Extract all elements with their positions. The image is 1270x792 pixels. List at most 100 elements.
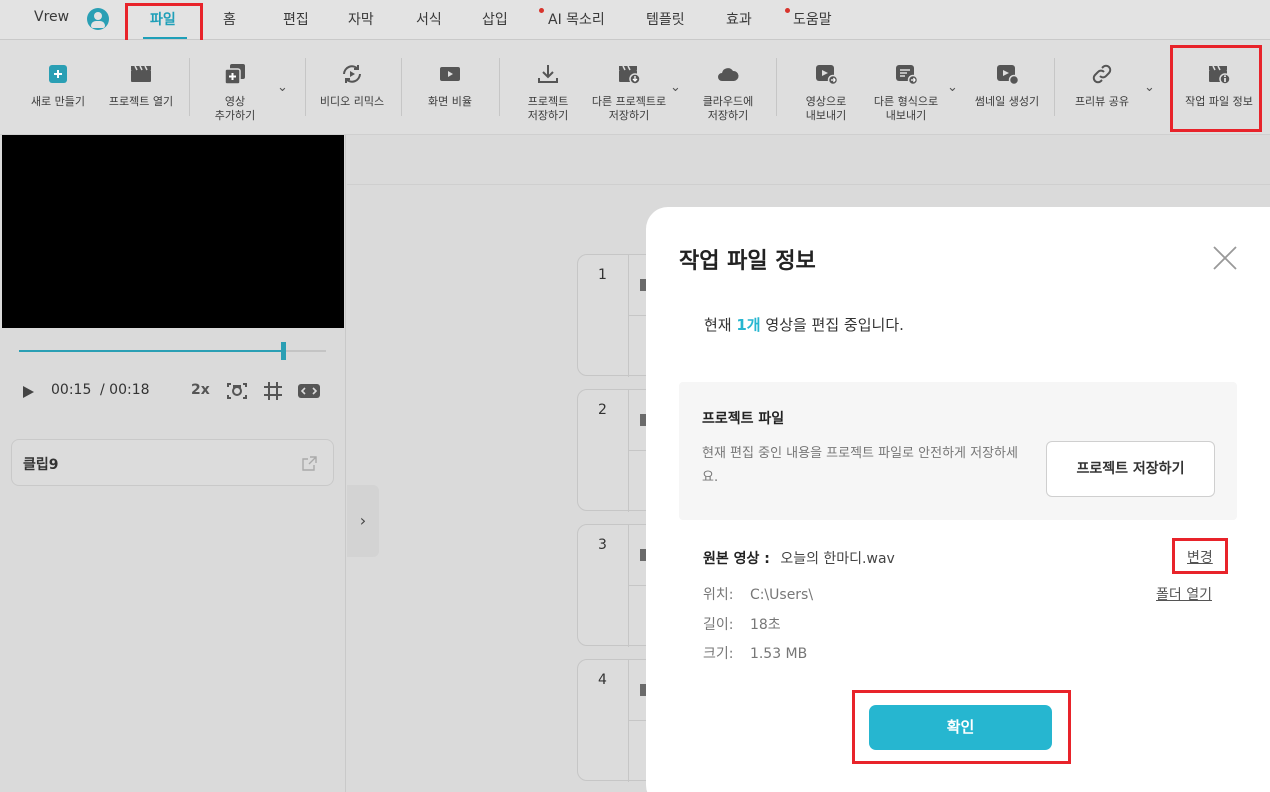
open-project-label: 프로젝트 열기 <box>108 95 174 108</box>
clip-card-title: 클립9 <box>23 457 59 473</box>
preview-share-button[interactable]: 프리뷰 공유 <box>1066 40 1138 135</box>
remix-icon <box>343 65 361 83</box>
new-project-button[interactable]: 새로 만들기 <box>22 40 94 135</box>
current-time: 00:15 <box>51 382 92 398</box>
dialog-title: 작업 파일 정보 <box>679 249 816 274</box>
clip-row[interactable]: 3 <box>577 524 658 647</box>
menu-insert[interactable]: 삽입 <box>482 9 508 29</box>
playback-speed-button[interactable]: 2x <box>191 382 210 398</box>
save-project-button[interactable]: 프로젝트 저장하기 <box>512 40 584 135</box>
editor-header-strip <box>347 135 1270 185</box>
cloud-save-label: 클라우드에 저장하기 <box>702 95 754 122</box>
thumbnail-generator-button[interactable]: 썸네일 생성기 <box>969 40 1045 135</box>
open-project-button[interactable]: 프로젝트 열기 <box>102 40 180 135</box>
new-badge-dot <box>539 8 544 13</box>
play-icon[interactable] <box>20 384 36 400</box>
aspect-ratio-label: 화면 비율 <box>428 95 472 108</box>
download-icon <box>538 65 558 83</box>
external-link-icon[interactable] <box>301 455 318 472</box>
clapperboard-save-icon <box>619 65 641 85</box>
chevron-down-icon[interactable]: ⌄ <box>1144 80 1156 95</box>
source-video-row: 원본 영상 : 오늘의 한마디.wav <box>703 548 895 568</box>
clip-number: 1 <box>598 267 607 283</box>
size-row: 크기: 1.53 MB <box>703 643 807 663</box>
new-badge-dot <box>785 8 790 13</box>
clip-number: 2 <box>598 402 607 418</box>
seek-bar[interactable] <box>19 342 326 360</box>
export-video-button[interactable]: 영상으로 내보내기 <box>790 40 862 135</box>
toolbar-divider <box>305 58 306 116</box>
highlight-box-confirm <box>852 690 1071 764</box>
size-label: 크기: <box>703 646 734 662</box>
preview-share-label: 프리뷰 공유 <box>1074 95 1130 108</box>
menu-subtitle[interactable]: 자막 <box>348 9 374 29</box>
toolbar-divider <box>776 58 777 116</box>
clip-divider <box>628 255 629 377</box>
menu-help[interactable]: 도움말 <box>793 9 832 29</box>
chevron-down-icon[interactable]: ⌄ <box>277 80 289 95</box>
menu-edit[interactable]: 편집 <box>283 9 309 29</box>
plus-square-icon <box>49 65 67 83</box>
clip-row[interactable]: 1 <box>577 254 658 377</box>
length-value: 18초 <box>749 617 781 633</box>
menu-format[interactable]: 서식 <box>416 9 442 29</box>
link-icon <box>1092 64 1112 84</box>
export-other-button[interactable]: 다른 형식으로 내보내기 <box>868 40 944 135</box>
chevron-right-icon: › <box>359 511 367 530</box>
grid-icon[interactable] <box>262 380 284 402</box>
clip-row[interactable]: 2 <box>577 389 658 512</box>
export-other-label: 다른 형식으로 내보내기 <box>873 95 939 122</box>
screen-ratio-icon <box>440 67 460 81</box>
cloud-save-button[interactable]: 클라우드에 저장하기 <box>692 40 764 135</box>
project-file-description: 현재 편집 중인 내용을 프로젝트 파일로 안전하게 저장하세요. <box>702 446 1018 485</box>
save-project-dialog-button[interactable]: 프로젝트 저장하기 <box>1046 441 1215 497</box>
summary-prefix: 현재 <box>704 316 737 334</box>
add-video-label: 영상 추가하기 <box>214 95 256 122</box>
highlight-box-file-info <box>1170 45 1262 132</box>
location-label: 위치: <box>703 587 734 603</box>
menu-template[interactable]: 템플릿 <box>646 9 685 29</box>
preview-panel: 00:15 / 00:18 2x 클립9 <box>0 135 346 792</box>
location-value: C:\Users\ <box>749 587 814 603</box>
clip-number: 3 <box>598 537 607 553</box>
clip-card[interactable]: 클립9 <box>11 439 334 486</box>
source-video-label: 원본 영상 : <box>703 551 770 567</box>
clip-divider <box>628 390 629 512</box>
save-as-button[interactable]: 다른 프로젝트로 저장하기 <box>584 40 674 135</box>
source-video-name: 오늘의 한마디.wav <box>780 551 895 567</box>
save-as-label: 다른 프로젝트로 저장하기 <box>591 95 667 122</box>
toolbar-divider <box>189 58 190 116</box>
video-preview[interactable] <box>2 135 344 328</box>
video-remix-button[interactable]: 비디오 리믹스 <box>313 40 391 135</box>
clip-row[interactable]: 4 <box>577 659 658 782</box>
menu-home[interactable]: 홈 <box>223 9 236 29</box>
project-file-card: 프로젝트 파일 현재 편집 중인 내용을 프로젝트 파일로 안전하게 저장하세요… <box>679 382 1237 520</box>
close-icon[interactable] <box>1212 245 1238 271</box>
account-avatar-icon[interactable] <box>87 8 109 30</box>
save-project-label: 프로젝트 저장하기 <box>527 95 569 122</box>
dialog-summary: 현재 1개 영상을 편집 중입니다. <box>704 314 904 335</box>
export-format-icon <box>896 65 918 86</box>
total-time: / 00:18 <box>100 382 150 398</box>
menu-ai-voice[interactable]: AI 목소리 <box>548 9 605 29</box>
cloud-icon <box>718 68 739 81</box>
camera-capture-icon[interactable] <box>225 379 249 403</box>
toolbar-divider <box>499 58 500 116</box>
open-folder-link[interactable]: 폴더 열기 <box>1156 584 1212 604</box>
chevron-down-icon[interactable]: ⌄ <box>947 80 959 95</box>
add-video-button[interactable]: 영상 추가하기 <box>200 40 270 135</box>
panel-toggle-button[interactable]: › <box>347 485 379 557</box>
new-project-label: 새로 만들기 <box>30 95 86 108</box>
chevron-down-icon[interactable]: ⌄ <box>670 80 682 95</box>
menu-effects[interactable]: 효과 <box>726 9 752 29</box>
project-file-heading: 프로젝트 파일 <box>702 411 785 427</box>
seek-handle[interactable] <box>281 342 287 360</box>
export-video-label: 영상으로 내보내기 <box>805 95 847 122</box>
aspect-ratio-button[interactable]: 화면 비율 <box>414 40 486 135</box>
ribbon-toolbar: 새로 만들기 프로젝트 열기 영상 추가하기 ⌄ 비디오 리믹스 화면 비율 프… <box>0 40 1270 135</box>
length-label: 길이: <box>703 617 734 633</box>
thumbnail-icon <box>997 65 1019 86</box>
fit-screen-icon[interactable] <box>297 382 321 400</box>
summary-suffix: 영상을 편집 중입니다. <box>760 316 904 334</box>
clip-number: 4 <box>598 672 607 688</box>
